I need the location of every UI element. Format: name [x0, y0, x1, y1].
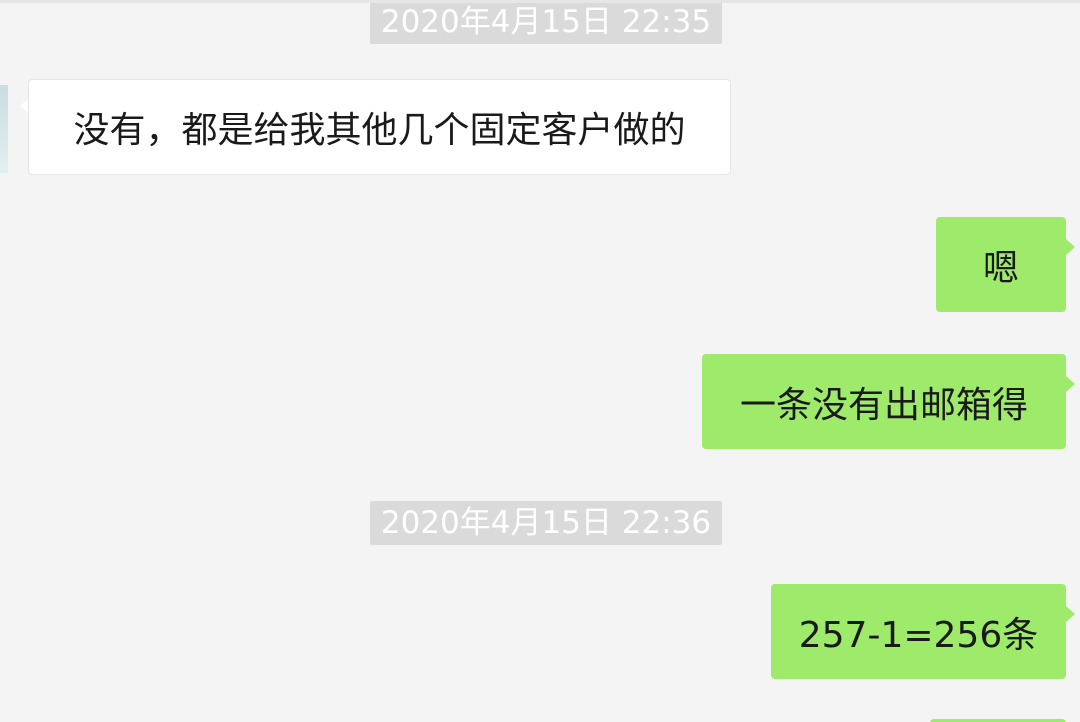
- outgoing-message-bubble[interactable]: 嗯: [936, 217, 1066, 312]
- contact-avatar[interactable]: [0, 85, 8, 173]
- incoming-message-bubble[interactable]: 没有，都是给我其他几个固定客户做的: [28, 79, 731, 175]
- chat-message-area[interactable]: 2020年4月15日 22:35 没有，都是给我其他几个固定客户做的 嗯 一条没…: [0, 0, 1080, 722]
- timestamp-label: 2020年4月15日 22:36: [370, 501, 722, 545]
- bubble-tail: [1066, 606, 1075, 622]
- timestamp-label: 2020年4月15日 22:35: [370, 3, 722, 44]
- outgoing-message-bubble[interactable]: 257-1=256条: [771, 584, 1066, 679]
- bubble-tail: [1066, 239, 1075, 255]
- outgoing-message-bubble[interactable]: 一条没有出邮箱得: [702, 354, 1066, 449]
- bubble-tail: [1066, 376, 1075, 392]
